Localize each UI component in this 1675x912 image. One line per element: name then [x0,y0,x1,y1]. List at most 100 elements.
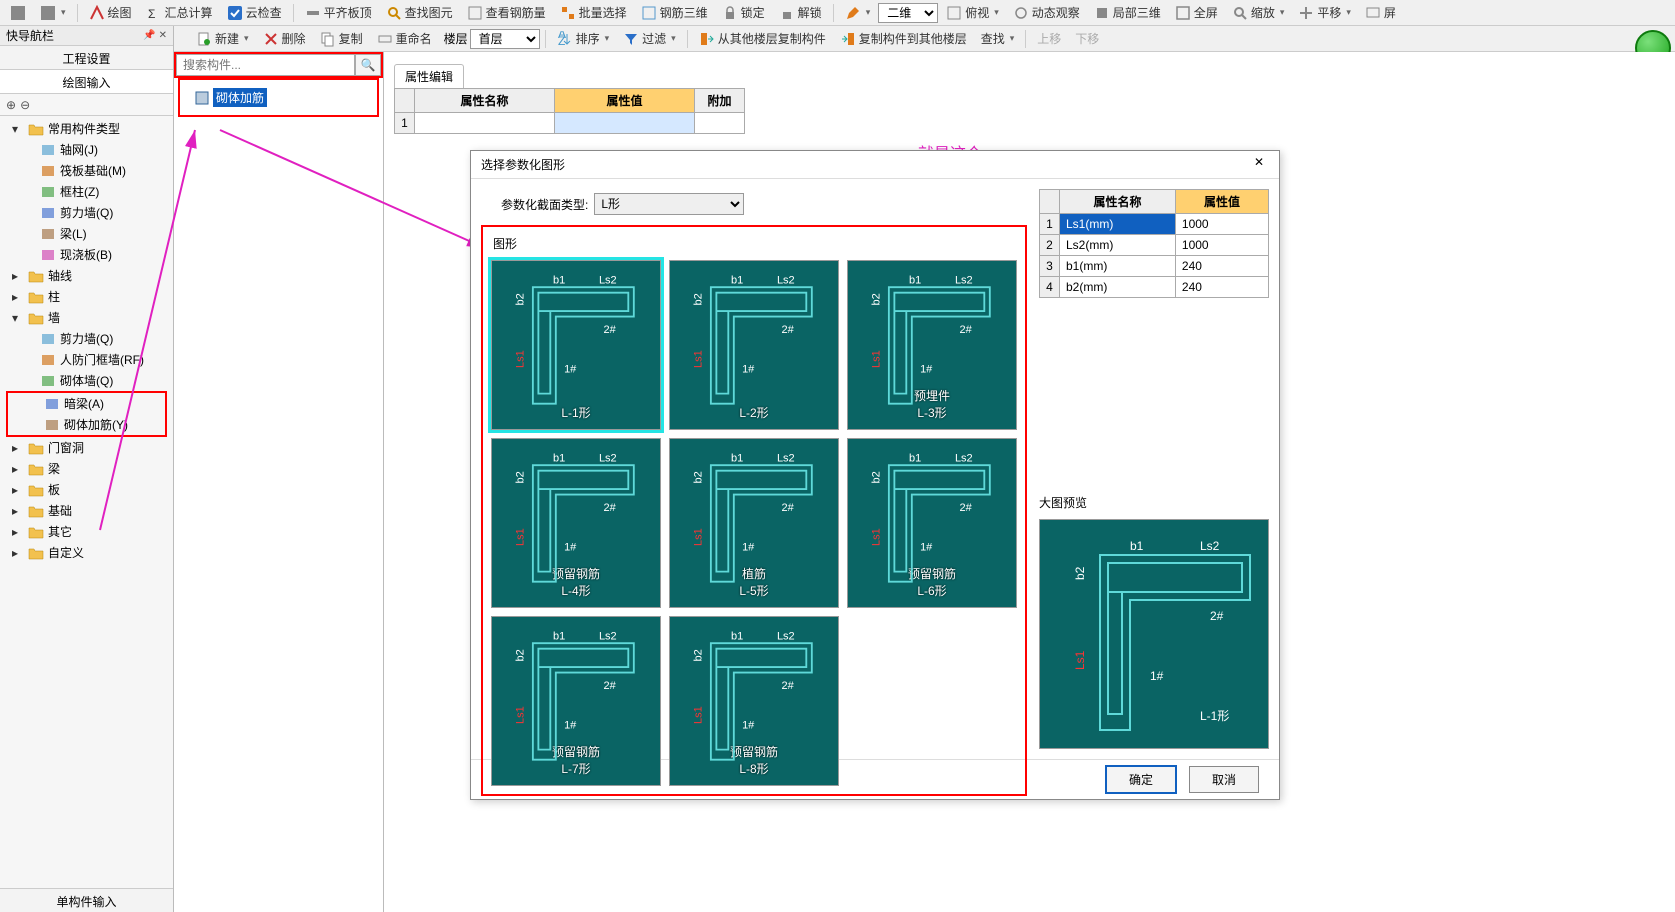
svg-text:Ls1: Ls1 [693,528,705,546]
tree-other[interactable]: ▸其它 [4,521,169,542]
panel-title: 快导航栏 📌 ✕ [0,26,173,46]
tree-item[interactable]: 砌体加筋(Y) [8,414,165,435]
search-row: 🔍 [174,52,383,78]
component-tree[interactable]: ▾常用构件类型 轴网(J)筏板基础(M)框柱(Z)剪力墙(Q)梁(L)现浇板(B… [0,116,173,888]
property-table[interactable]: 属性名称属性值附加 1 [394,88,745,134]
tree-item[interactable]: 剪力墙(Q) [4,328,169,349]
zoom-button[interactable]: 缩放▾ [1226,1,1291,24]
tree-item[interactable]: 梁(L) [4,223,169,244]
copy-from-floor-button[interactable]: 从其他楼层复制构件 [693,27,832,50]
svg-text:2#: 2# [1210,609,1224,623]
expand-icon[interactable]: ⊕ [6,98,16,112]
parameter-table[interactable]: 属性名称属性值 1Ls1(mm)10002Ls2(mm)10003b1(mm)2… [1039,189,1269,298]
shape-tile[interactable]: b1Ls2b2Ls12#1#预留钢筋L-6形 [847,438,1017,608]
param-row[interactable]: 2Ls2(mm)1000 [1040,235,1269,256]
move-up-button[interactable]: 上移 [1031,27,1067,50]
shape-tile[interactable]: b1Ls2b2Ls12#1#L-2形 [669,260,839,430]
rename-button[interactable]: 重命名 [371,27,438,50]
param-row[interactable]: 1Ls1(mm)1000 [1040,214,1269,235]
move-down-button[interactable]: 下移 [1069,27,1105,50]
tb-misc1[interactable] [4,2,32,24]
component-list-highlight: 砌体加筋 [178,78,379,117]
delete-button[interactable]: 删除 [257,27,312,50]
view-mode-select[interactable]: 二维 [878,3,938,23]
floor-select[interactable]: 首层 [470,29,540,49]
shape-tile[interactable]: b1Ls2b2Ls12#1#预留钢筋L-4形 [491,438,661,608]
search-button[interactable]: 🔍 [355,54,381,76]
sort-button[interactable]: AZ排序▾ [551,27,616,50]
svg-text:2#: 2# [604,680,617,692]
flat-slab-button[interactable]: 平齐板顶 [299,1,378,24]
shape-tile[interactable]: b1Ls2b2Ls12#1#L-1形 [491,260,661,430]
tree-common-types[interactable]: ▾常用构件类型 [4,118,169,139]
tree-custom[interactable]: ▸自定义 [4,542,169,563]
unlock-button[interactable]: 解锁 [773,1,828,24]
svg-text:Ls2: Ls2 [599,453,617,465]
copy-button[interactable]: 复制 [314,27,369,50]
left-nav-panel: 快导航栏 📌 ✕ 工程设置 绘图输入 ⊕ ⊖ ▾常用构件类型 轴网(J)筏板基础… [0,26,174,912]
new-button[interactable]: 新建▾ [190,27,255,50]
svg-text:b2: b2 [1073,566,1087,580]
shape-tile[interactable]: b1Ls2b2Ls12#1#预留钢筋L-7形 [491,616,661,786]
draw-button[interactable]: 绘图 [83,1,138,24]
param-row[interactable]: 3b1(mm)240 [1040,256,1269,277]
svg-text:b2: b2 [693,649,705,661]
preview-box: b1Ls2 b2 Ls1 2#1# L-1形 [1039,519,1269,749]
dynamic-view-button[interactable]: 动态观察 [1007,1,1086,24]
tree-item[interactable]: 轴网(J) [4,139,169,160]
tree-wall[interactable]: ▾墙 [4,307,169,328]
local-3d-button[interactable]: 局部三维 [1088,1,1167,24]
tb-misc2[interactable]: ▾ [34,2,72,24]
screen-button[interactable]: 屏 [1359,1,1402,24]
view-rebar-button[interactable]: 查看钢筋量 [461,1,552,24]
shape-tile[interactable]: b1Ls2b2Ls12#1#预留钢筋L-8形 [669,616,839,786]
cancel-button[interactable]: 取消 [1189,766,1259,793]
tree-item[interactable]: 剪力墙(Q) [4,202,169,223]
shape-tile[interactable]: b1Ls2b2Ls12#1#预埋件L-3形 [847,260,1017,430]
tree-column[interactable]: ▸柱 [4,286,169,307]
tree-beam[interactable]: ▸梁 [4,458,169,479]
tab-draw-input[interactable]: 绘图输入 [0,70,173,94]
tree-item[interactable]: 砌体墙(Q) [4,370,169,391]
tree-door-window[interactable]: ▸门窗洞 [4,437,169,458]
property-editor-tab[interactable]: 属性编辑 [394,64,464,89]
rebar-3d-button[interactable]: 钢筋三维 [635,1,714,24]
copy-to-floor-button[interactable]: 复制构件到其他楼层 [834,27,973,50]
filter-button[interactable]: 过滤▾ [617,27,682,50]
svg-text:b2: b2 [515,649,527,661]
findreplace-button[interactable]: 查找▾ [975,27,1021,50]
param-row[interactable]: 4b2(mm)240 [1040,277,1269,298]
svg-text:1#: 1# [1150,669,1164,683]
pencil-icon[interactable]: ▾ [839,2,877,24]
close-button[interactable]: ✕ [1249,155,1269,175]
tree-item[interactable]: 人防门框墙(RF) [4,349,169,370]
svg-text:b2: b2 [693,471,705,483]
svg-text:1#: 1# [742,720,755,732]
tab-single-component-input[interactable]: 单构件输入 [0,888,173,912]
preview-label: 大图预览 [1039,494,1269,511]
tree-axis[interactable]: ▸轴线 [4,265,169,286]
component-item[interactable]: 砌体加筋 [186,84,371,111]
cloud-check-button[interactable]: 云检查 [221,1,288,24]
tree-item[interactable]: 框柱(Z) [4,181,169,202]
lock-button[interactable]: 锁定 [716,1,771,24]
sum-calc-button[interactable]: Σ汇总计算 [140,1,219,24]
top-view-button[interactable]: 俯视▾ [940,1,1005,24]
section-type-select[interactable]: L形 [594,193,744,215]
pan-button[interactable]: 平移▾ [1292,1,1357,24]
ok-button[interactable]: 确定 [1105,765,1177,794]
tree-item[interactable]: 现浇板(B) [4,244,169,265]
search-input[interactable] [176,54,355,76]
tree-item[interactable]: 筏板基础(M) [4,160,169,181]
fullscreen-button[interactable]: 全屏 [1169,1,1224,24]
tree-foundation[interactable]: ▸基础 [4,500,169,521]
shape-tile[interactable]: b1Ls2b2Ls12#1#植筋L-5形 [669,438,839,608]
floor-label: 楼层 [444,30,468,47]
find-element-button[interactable]: 查找图元 [380,1,459,24]
collapse-icon[interactable]: ⊖ [20,98,30,112]
tree-slab[interactable]: ▸板 [4,479,169,500]
pin-icon[interactable]: 📌 ✕ [143,30,167,41]
tab-engineering-settings[interactable]: 工程设置 [0,46,173,70]
tree-item[interactable]: 暗梁(A) [8,393,165,414]
batch-select-button[interactable]: 批量选择 [554,1,633,24]
